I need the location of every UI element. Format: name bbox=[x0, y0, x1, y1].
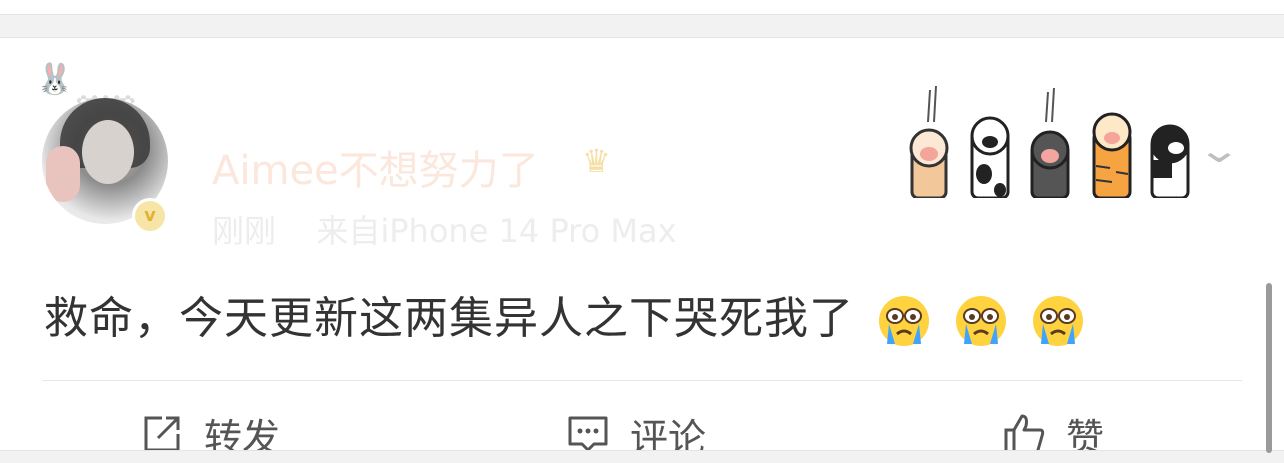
top-gap bbox=[0, 0, 1284, 14]
feed-separator-bottom bbox=[0, 450, 1284, 463]
chevron-down-icon[interactable]: ⌄ bbox=[1196, 130, 1241, 171]
post-time: 刚刚 bbox=[212, 212, 277, 250]
scrollbar[interactable] bbox=[1266, 283, 1272, 453]
post-meta: 刚刚 来自iPhone 14 Pro Max bbox=[212, 206, 677, 252]
avatar-wrap[interactable]: 🐰 ✿✿✿✿✿ v bbox=[36, 62, 176, 234]
action-divider bbox=[42, 380, 1242, 381]
post-text-content: 救命，今天更新这两集异人之下哭死我了 bbox=[44, 293, 854, 344]
crying-face-emoji bbox=[956, 296, 1006, 346]
paw-orange-white bbox=[909, 85, 949, 198]
paw-dark-grey bbox=[1030, 87, 1070, 198]
verified-v-icon: v bbox=[132, 198, 168, 234]
avatar-face bbox=[82, 120, 134, 184]
avatar-hand bbox=[46, 146, 80, 202]
crying-face-emoji bbox=[879, 296, 929, 346]
crying-face-emoji bbox=[1033, 296, 1083, 346]
crown-icon: ♛ bbox=[582, 142, 611, 180]
feed-separator bbox=[0, 14, 1284, 38]
cat-paws-decoration bbox=[909, 85, 1190, 198]
username[interactable]: Aimee不想努力了 bbox=[212, 138, 539, 196]
bunny-frame-decoration: 🐰 bbox=[36, 62, 74, 97]
weibo-post-card[interactable]: 🐰 ✿✿✿✿✿ v Aimee不想努力了 ♛ 刚刚 来自iPhone 14 Pr… bbox=[0, 38, 1284, 460]
paw-white-black bbox=[970, 116, 1010, 198]
paw-orange-stripes bbox=[1092, 112, 1132, 198]
post-source[interactable]: 来自iPhone 14 Pro Max bbox=[316, 212, 676, 250]
post-text[interactable]: 救命，今天更新这两集异人之下哭死我了 bbox=[44, 282, 1085, 348]
paw-black-white bbox=[1150, 124, 1190, 198]
